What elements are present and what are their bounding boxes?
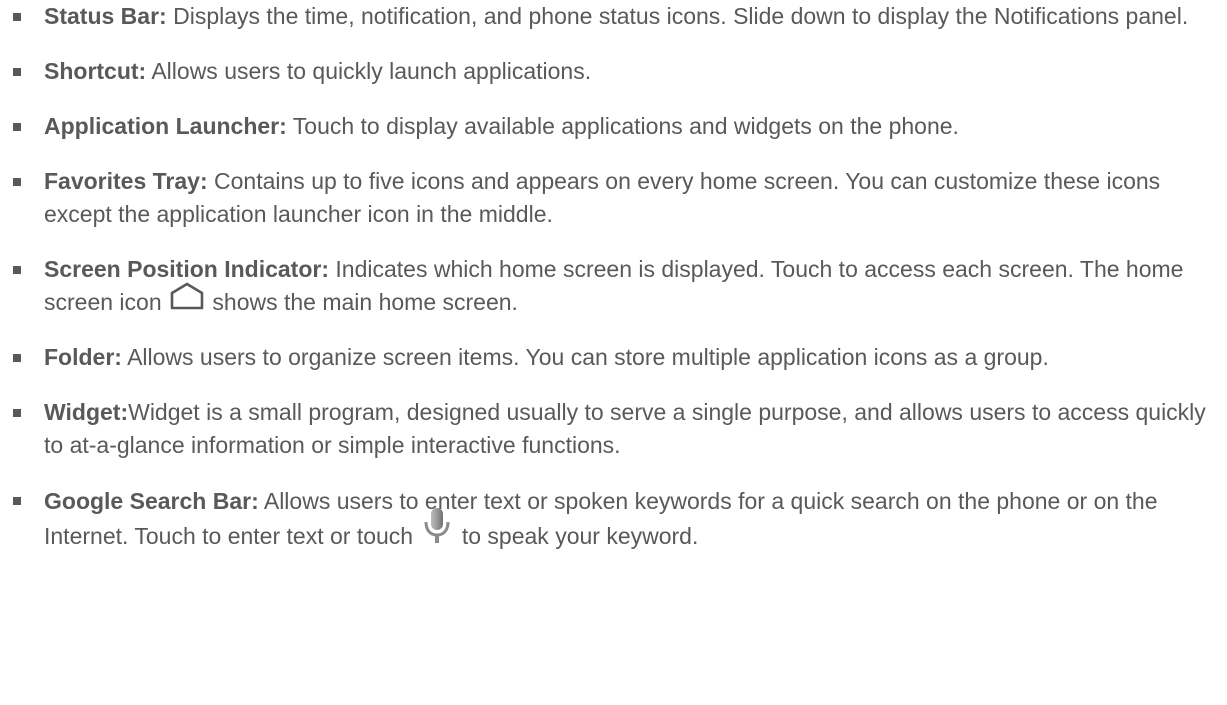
square-bullet-icon — [13, 497, 21, 506]
square-bullet-icon — [13, 123, 21, 131]
item-description: Allows users to organize screen items. Y… — [121, 344, 1049, 371]
item-term: Widget: — [44, 399, 129, 426]
item-description-after: to speak your keyword. — [455, 523, 699, 550]
item-description: Allows users to quickly launch applicati… — [146, 58, 592, 84]
square-bullet-icon — [13, 266, 21, 274]
list-item-google-search-bar: Google Search Bar: Allows users to enter… — [0, 484, 1227, 555]
list-item-shortcut: Shortcut: Allows users to quickly launch… — [0, 55, 1227, 88]
square-bullet-icon — [13, 178, 21, 186]
feature-list: Status Bar: Displays the time, notificat… — [0, 0, 1227, 577]
square-bullet-icon — [13, 409, 21, 418]
home-outline-icon — [170, 282, 204, 319]
list-item-favorites-tray: Favorites Tray: Contains up to five icon… — [0, 165, 1227, 231]
list-item-status-bar: Status Bar: Displays the time, notificat… — [0, 0, 1227, 33]
list-item-application-launcher: Application Launcher: Touch to display a… — [0, 110, 1227, 143]
item-description: Contains up to five icons and appears on… — [44, 168, 1161, 227]
list-item-screen-position-indicator: Screen Position Indicator: Indicates whi… — [0, 253, 1227, 319]
list-item-folder: Folder: Allows users to organize screen … — [0, 341, 1227, 374]
list-item-widget: Widget:Widget is a small program, design… — [0, 396, 1227, 462]
item-term: Status Bar: — [44, 3, 167, 29]
item-description: Touch to display available applications … — [286, 113, 959, 139]
square-bullet-icon — [13, 68, 21, 76]
item-description-after: shows the main home screen. — [206, 289, 518, 315]
square-bullet-icon — [13, 13, 21, 21]
item-description: Displays the time, notification, and pho… — [166, 3, 1189, 29]
item-term: Shortcut: — [44, 58, 147, 84]
item-term: Screen Position Indicator: — [44, 256, 329, 282]
item-term: Google Search Bar: — [44, 488, 259, 515]
square-bullet-icon — [13, 354, 21, 363]
item-term: Folder: — [44, 344, 122, 371]
item-term: Application Launcher: — [44, 113, 287, 139]
item-term: Favorites Tray: — [44, 168, 208, 194]
item-description: Widget is a small program, designed usua… — [44, 399, 1206, 459]
microphone-icon — [423, 507, 451, 555]
